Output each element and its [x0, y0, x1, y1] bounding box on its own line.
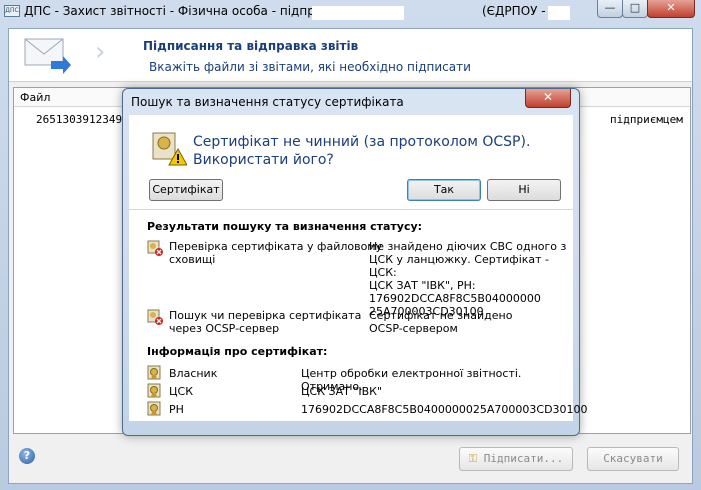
title-bar[interactable]: ДПС ДПС - Захист звітності - Фізична осо…: [0, 0, 701, 24]
result-value-ocsp: Сертифікат не знайдено OCSP-сервером: [369, 309, 513, 335]
results-heading: Результати пошуку та визначення статусу:: [147, 220, 423, 233]
result-label-ocsp: Пошук чи перевірка сертифіката через OCS…: [169, 309, 362, 335]
cert-error-icon: [147, 309, 163, 325]
minimize-button[interactable]: —: [597, 0, 623, 18]
table-row-description[interactable]: підприємцем: [610, 113, 683, 126]
app-icon: ДПС: [4, 5, 20, 17]
table-row-file[interactable]: 26513039123490: [36, 113, 129, 126]
help-icon[interactable]: ?: [19, 448, 35, 464]
certificate-icon: [147, 401, 161, 416]
step-chevron-icon: ›: [95, 37, 106, 67]
sign-button-label: Підписати...: [483, 452, 564, 465]
dialog-question-panel: Сертифікат не чинний (за протоколом OCSP…: [129, 115, 573, 210]
yes-button[interactable]: Так: [407, 179, 481, 201]
sign-button[interactable]: ⚿ Підписати...: [459, 447, 573, 471]
redacted-edrpou: [548, 6, 570, 20]
certificate-button[interactable]: Сертифікат: [149, 179, 223, 201]
certificate-icon: [147, 383, 161, 398]
cert-error-icon: [147, 240, 163, 256]
certificate-icon: [147, 365, 161, 380]
envelope-icon: [24, 38, 71, 74]
question-line-2: Використати його?: [193, 152, 334, 168]
dialog-results-panel: Результати пошуку та визначення статусу:…: [129, 210, 588, 421]
maximize-button[interactable]: □: [622, 0, 648, 18]
info-label-serial: РН: [169, 403, 184, 416]
wizard-subtitle: Вкажіть файли зі звітами, які необхідно …: [149, 60, 471, 74]
close-button[interactable]: ✕: [647, 0, 695, 18]
no-button[interactable]: Ні: [487, 179, 561, 201]
column-file[interactable]: Файл: [20, 91, 50, 104]
dialog-title: Пошук та визначення статусу сертифіката: [131, 95, 404, 109]
dialog-question: Сертифікат не чинний (за протоколом OCSP…: [193, 133, 530, 169]
result-label-file-storage: Перевірка сертифіката у файловому сховищ…: [169, 240, 383, 266]
question-line-1: Сертифікат не чинний (за протоколом OCSP…: [193, 134, 531, 150]
cancel-button[interactable]: Скасувати: [587, 447, 679, 471]
info-label-csk: ЦСК: [169, 385, 194, 398]
result-value-file-storage: Не знайдено діючих СВС одного з ЦСК у ла…: [369, 240, 567, 318]
info-value-csk: ЦСК ЗАТ "ІВК": [301, 385, 383, 398]
info-heading: Інформація про сертифікат:: [147, 345, 328, 358]
wizard-title: Підписання та відправка звітів: [143, 39, 359, 53]
key-icon: ⚿: [468, 452, 478, 465]
redacted-name: [312, 6, 404, 20]
cert-warning-icon: [152, 132, 187, 166]
dialog-close-button[interactable]: ✕: [525, 89, 571, 108]
certificate-dialog: Пошук та визначення статусу сертифіката …: [122, 88, 588, 436]
info-label-owner: Власник: [169, 367, 218, 380]
info-value-serial: 176902DCCA8F8C5B0400000025A700003CD30100: [301, 403, 588, 416]
wizard-header: › Підписання та відправка звітів Вкажіть…: [9, 29, 692, 82]
